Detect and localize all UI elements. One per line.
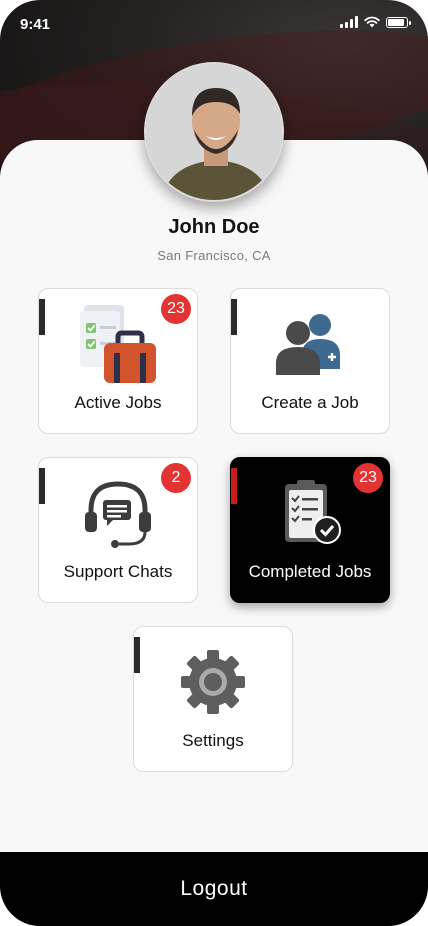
profile-name: John Doe bbox=[168, 216, 260, 238]
checklist-clipboard-icon bbox=[231, 478, 389, 546]
battery-icon bbox=[386, 17, 411, 28]
settings-label: Settings bbox=[182, 731, 244, 750]
avatar[interactable] bbox=[144, 62, 284, 202]
briefcase-clipboard-icon bbox=[39, 303, 197, 385]
add-user-icon bbox=[231, 311, 389, 377]
completed-jobs-tile[interactable]: 23 Completed Jobs bbox=[230, 457, 390, 603]
active-jobs-label: Active Jobs bbox=[74, 393, 162, 412]
logout-button[interactable]: Logout bbox=[0, 852, 428, 926]
phone-screen: 9:41 John Doe San Francisco, CA 23 Activ… bbox=[0, 0, 428, 926]
status-bar: 9:41 bbox=[0, 0, 428, 50]
completed-jobs-label: Completed Jobs bbox=[248, 562, 372, 581]
profile-location: San Francisco, CA bbox=[157, 248, 271, 263]
wifi-icon bbox=[364, 16, 380, 28]
profile-photo bbox=[146, 64, 282, 200]
support-chats-label: Support Chats bbox=[63, 562, 173, 581]
status-icons bbox=[340, 16, 411, 28]
settings-tile[interactable]: Settings bbox=[133, 626, 293, 772]
gear-icon bbox=[134, 649, 292, 715]
create-job-tile[interactable]: Create a Job bbox=[230, 288, 390, 434]
signal-icon bbox=[340, 16, 358, 28]
create-job-label: Create a Job bbox=[261, 393, 359, 412]
active-jobs-tile[interactable]: 23 Active Jobs bbox=[38, 288, 198, 434]
support-chats-tile[interactable]: 2 Support Chats bbox=[38, 457, 198, 603]
status-time: 9:41 bbox=[20, 16, 51, 33]
headset-chat-icon bbox=[39, 478, 197, 550]
